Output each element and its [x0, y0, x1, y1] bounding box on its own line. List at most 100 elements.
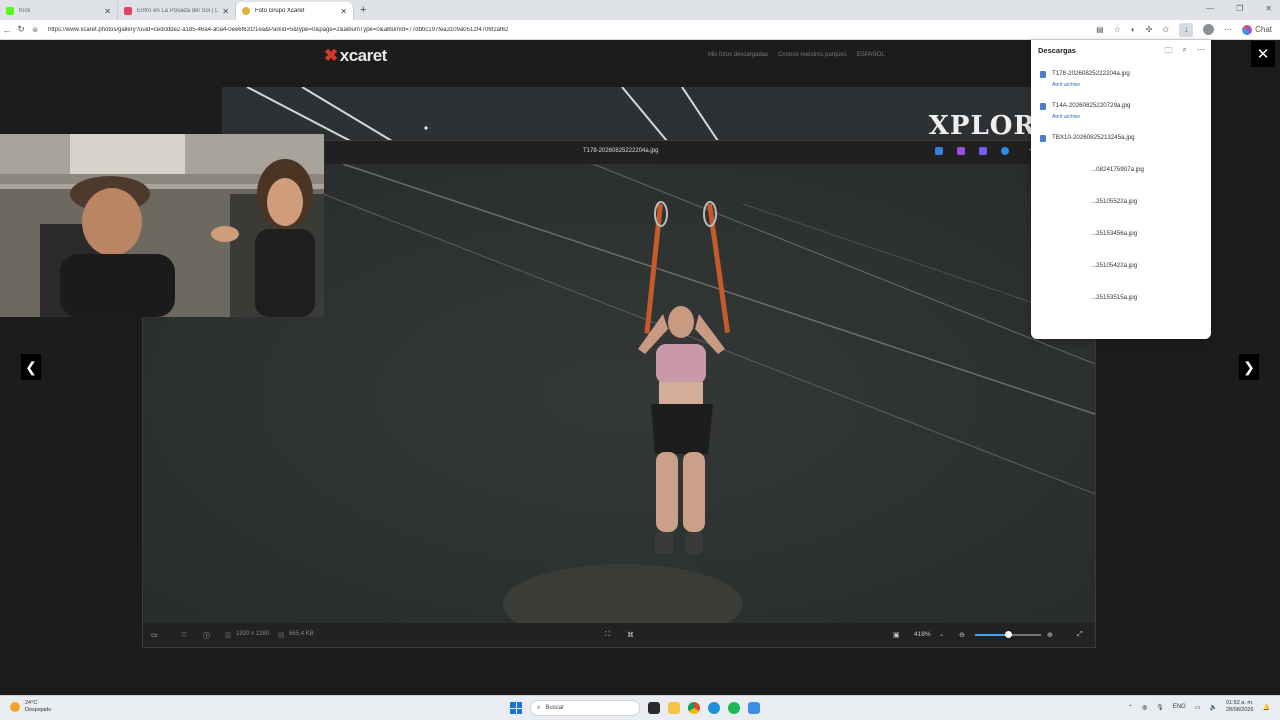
url-field[interactable]: https://www.xcaret.photos/gallery?uuid=c…: [48, 27, 1096, 33]
tab-posada[interactable]: Entro en La Posada del Sol | La p... ✕: [118, 2, 236, 20]
taskbar-search[interactable]: ⌕ Buscar: [530, 700, 640, 716]
clock-time: 01:52 a. m.: [1225, 700, 1254, 706]
edit-icon[interactable]: [935, 147, 943, 155]
windows-taskbar: 24°C Despejado ⌕ Buscar ⌃ ◍ 🎙 ENG ▭ 🔈 01…: [0, 695, 1280, 720]
file-explorer-icon[interactable]: [668, 702, 680, 714]
minimize-icon[interactable]: —: [1206, 4, 1214, 13]
zoom-slider[interactable]: [975, 631, 1041, 638]
more-menu-icon[interactable]: ⋯: [1224, 25, 1232, 34]
refresh-icon[interactable]: ↻: [14, 24, 28, 35]
windows-start-icon[interactable]: [510, 702, 522, 714]
download-item[interactable]: ...25153456a.jpg: [1091, 230, 1137, 237]
tab-title: Entro en La Posada del Sol | La p...: [137, 8, 219, 14]
enhance-icon[interactable]: ⌘: [627, 631, 634, 639]
weather-sun-icon: [10, 702, 20, 712]
close-tab-icon[interactable]: ✕: [340, 7, 347, 16]
designer-icon[interactable]: [957, 147, 965, 155]
more-options-icon[interactable]: ⋯: [1197, 45, 1205, 59]
download-item[interactable]: T178-20260825222204a.jpg Abrir archivo: [1040, 70, 1130, 88]
clipchamp-icon[interactable]: [979, 147, 987, 155]
next-photo-button[interactable]: ❯: [1239, 354, 1259, 380]
task-view-icon[interactable]: [648, 702, 660, 714]
xcaret-logo[interactable]: ✖ xcaret: [324, 46, 387, 66]
close-lightbox-button[interactable]: ✕: [1251, 41, 1275, 67]
display-icon[interactable]: ▭: [1195, 704, 1201, 711]
crop-icon[interactable]: ⛶: [605, 631, 610, 639]
site-nav: Mis fotos descargadas Conoce nuestros pa…: [708, 52, 885, 58]
download-filename: ...25105422a.jpg: [1091, 262, 1138, 269]
download-filename: ...25153456a.jpg: [1091, 230, 1138, 237]
toolbar-icons: ▤ ☆ ◐ ✣ ✩ ↓ ⋯ Chat: [1096, 22, 1280, 37]
reader-icon[interactable]: ▤: [1096, 25, 1104, 34]
back-icon[interactable]: ←: [0, 25, 14, 35]
search-icon[interactable]: ⌕: [1183, 45, 1187, 59]
microphone-icon[interactable]: 🎙: [1156, 704, 1164, 711]
search-placeholder: Buscar: [545, 705, 565, 711]
nav-link-my-photos[interactable]: Mis fotos descargadas: [708, 52, 768, 58]
close-tab-icon[interactable]: ✕: [104, 7, 111, 16]
copilot-icon: [1242, 24, 1253, 35]
downloads-icon[interactable]: ↓: [1179, 22, 1194, 37]
image-filesize: 665,4 KB: [289, 631, 314, 637]
favorite-star-icon[interactable]: ☆: [1114, 25, 1121, 34]
favorites-icon[interactable]: ✩: [1162, 25, 1169, 34]
zoom-slider-thumb[interactable]: [1005, 631, 1012, 638]
site-info-icon[interactable]: ⊜: [28, 26, 42, 34]
onedrive-icon[interactable]: [1001, 147, 1009, 155]
search-icon: ⌕: [537, 704, 541, 711]
zoom-out-icon[interactable]: ⊖: [959, 631, 965, 639]
download-item[interactable]: ...0824175907a.jpg: [1091, 166, 1144, 173]
heart-icon[interactable]: ♡: [181, 631, 187, 639]
download-filename: T14A-20260825220729a.jpg: [1052, 102, 1131, 109]
weather-widget[interactable]: 24°C Despejado: [10, 700, 51, 714]
downloads-panel-actions: 🗀 ⌕ ⋯: [1165, 45, 1205, 59]
profile-avatar[interactable]: [1203, 24, 1215, 35]
network-icon[interactable]: ◍: [1142, 704, 1147, 711]
zoom-level[interactable]: 418%: [914, 631, 931, 638]
tab-xcaret-foto[interactable]: Foto Grupo Xcaret ✕: [236, 2, 354, 20]
puzzle-icon[interactable]: ✣: [1146, 25, 1153, 34]
open-file-link[interactable]: Abrir archivo: [1052, 82, 1130, 88]
clock[interactable]: 01:52 a. m. 28/08/2026: [1226, 700, 1254, 714]
volume-icon[interactable]: 🔈: [1210, 704, 1217, 711]
photos-app-icon[interactable]: [748, 702, 760, 714]
language-indicator[interactable]: ENG: [1173, 704, 1186, 710]
download-item[interactable]: ...25105422a.jpg: [1091, 262, 1137, 269]
new-tab-button[interactable]: +: [360, 4, 366, 16]
chrome-icon[interactable]: [688, 702, 700, 714]
download-item[interactable]: ...25105522a.jpg: [1091, 198, 1137, 205]
zoom-in-icon[interactable]: ⊕: [1047, 631, 1053, 639]
filmstrip-icon[interactable]: ▭: [151, 631, 158, 639]
extension-icon[interactable]: ◐: [1131, 25, 1136, 34]
spotify-icon[interactable]: [728, 702, 740, 714]
open-folder-icon[interactable]: 🗀: [1165, 45, 1173, 59]
viewer-title-bar: T178-20260825222204a.jpg — ☐ ✕: [325, 141, 1097, 164]
browser-tab-bar: Kick ✕ Entro en La Posada del Sol | La p…: [0, 0, 1280, 20]
clock-date: 28/08/2026: [1225, 707, 1254, 713]
restore-icon[interactable]: ❐: [1236, 4, 1243, 13]
xcaret-favicon-icon: [242, 7, 250, 15]
open-file-link[interactable]: Abrir archivo: [1052, 114, 1130, 120]
viewer-bottom-bar: ▭ ♡ ⓘ ▥ 1920 x 1280 ▤ 665,4 KB ⛶ ⌘ ▣ 418…: [143, 623, 1095, 647]
nav-link-parks[interactable]: Conoce nuestros parques: [778, 52, 847, 58]
close-window-icon[interactable]: ✕: [1265, 4, 1272, 13]
weather-temp: 24°C: [25, 700, 38, 706]
copilot-chat-button[interactable]: Chat: [1242, 24, 1272, 35]
previous-photo-button[interactable]: ❮: [21, 354, 41, 380]
chevron-up-icon[interactable]: ⌃: [1128, 704, 1133, 711]
download-item[interactable]: ...25153515a.jpg: [1091, 294, 1137, 301]
download-item[interactable]: T14A-20260825220729a.jpg Abrir archivo: [1040, 102, 1130, 120]
fullscreen-icon[interactable]: ⤢: [1077, 631, 1083, 639]
dimensions-icon: ▥: [225, 632, 232, 639]
fit-screen-icon[interactable]: ▣: [893, 631, 900, 639]
close-tab-icon[interactable]: ✕: [222, 7, 229, 16]
zoom-dropdown-icon[interactable]: ⌄: [939, 631, 944, 638]
notification-icon[interactable]: 🔔: [1263, 704, 1270, 711]
tab-kick[interactable]: Kick ✕: [0, 2, 118, 20]
info-icon[interactable]: ⓘ: [203, 631, 210, 641]
download-item[interactable]: TBX10-20260825213245a.jpg: [1040, 134, 1135, 142]
kick-icon: [6, 7, 14, 15]
viewer-app-actions: [935, 147, 1009, 155]
language-selector[interactable]: ESPAÑOL: [857, 52, 885, 58]
edge-icon[interactable]: [708, 702, 720, 714]
